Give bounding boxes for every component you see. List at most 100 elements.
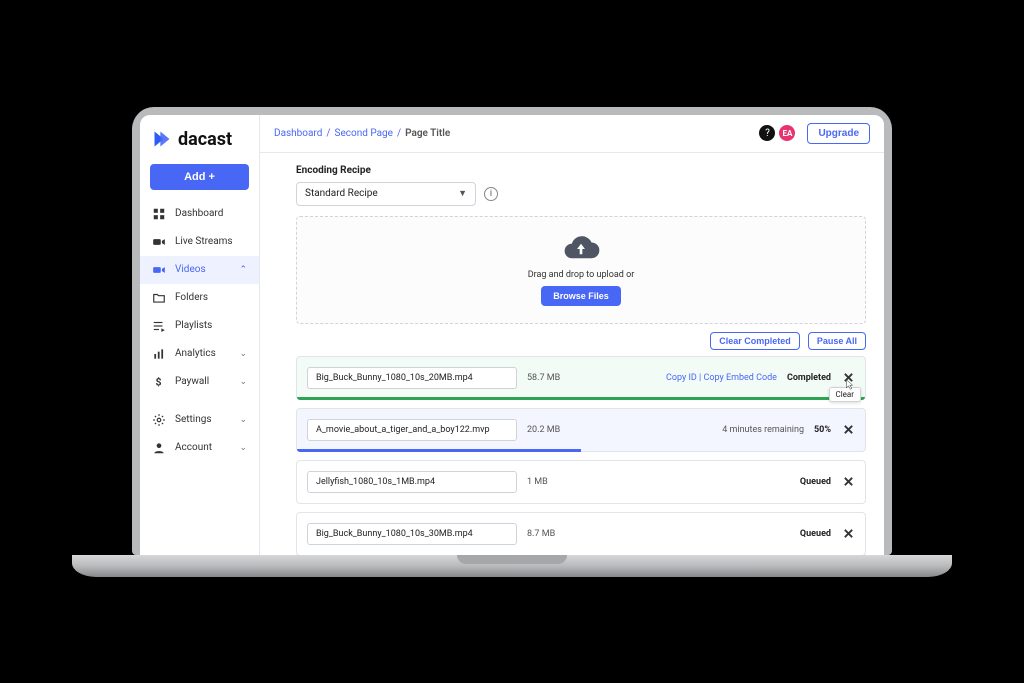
upload-filename-input[interactable]: Big_Buck_Bunny_1080_10s_30MB.mp4 — [307, 523, 517, 545]
encoding-recipe-select[interactable]: Standard Recipe ▼ — [296, 182, 476, 206]
sidebar-item-label: Live Streams — [175, 236, 233, 247]
topbar: Dashboard / Second Page / Page Title ? E… — [260, 115, 884, 153]
camera-icon — [152, 235, 166, 249]
upload-filename: Jellyfish_1080_10s_1MB.mp4 — [316, 477, 435, 487]
upload-row: A_movie_about_a_tiger_and_a_boy122.mvp 2… — [296, 408, 866, 452]
dashboard-icon — [152, 207, 166, 221]
close-icon — [843, 372, 854, 383]
sidebar-item-folders[interactable]: Folders — [140, 284, 259, 312]
brand-name: dacast — [178, 129, 232, 150]
close-icon — [843, 424, 854, 435]
playlist-icon — [152, 319, 166, 333]
copy-embed-link[interactable]: Copy Embed Code — [703, 373, 776, 383]
sidebar-item-analytics[interactable]: Analytics ⌄ — [140, 340, 259, 368]
upload-cancel-button[interactable] — [841, 527, 855, 541]
content-area: Encoding Recipe Standard Recipe ▼ i — [260, 153, 884, 555]
sidebar-item-videos[interactable]: Videos ⌃ — [140, 256, 259, 284]
clear-completed-button[interactable]: Clear Completed — [710, 332, 800, 350]
app-root: dacast Add + Dashboard Live Streams — [140, 115, 884, 555]
upload-row: Big_Buck_Bunny_1080_10s_30MB.mp4 8.7 MB … — [296, 512, 866, 555]
sidebar-item-label: Settings — [175, 414, 212, 425]
clear-tooltip: Clear — [829, 387, 861, 402]
sidebar-item-label: Videos — [175, 264, 206, 275]
upload-percent: 50% — [814, 425, 831, 435]
chevron-down-icon: ⌄ — [239, 415, 247, 425]
analytics-icon — [152, 347, 166, 361]
upload-progress-bar — [297, 449, 581, 452]
upload-filename-cell: Big_Buck_Bunny_1080_10s_20MB.mp4 — [307, 367, 517, 389]
videocam-icon — [152, 263, 166, 277]
breadcrumb-link-dashboard[interactable]: Dashboard — [274, 128, 322, 139]
upload-row: Big_Buck_Bunny_1080_10s_20MB.mp4 58.7 MB… — [296, 356, 866, 400]
upload-filesize: 58.7 MB — [527, 373, 582, 383]
upload-status: Queued — [800, 529, 831, 539]
upload-filename-input[interactable]: Big_Buck_Bunny_1080_10s_20MB.mp4 — [307, 367, 517, 389]
upload-copy-links: Copy ID | Copy Embed Code — [666, 373, 777, 383]
breadcrumb-current: Page Title — [405, 128, 450, 139]
chevron-down-icon: ⌄ — [239, 349, 247, 359]
upload-dropzone[interactable]: Drag and drop to upload or Browse Files — [296, 216, 866, 324]
chevron-down-icon: ⌄ — [239, 443, 247, 453]
sidebar-item-settings[interactable]: Settings ⌄ — [140, 406, 259, 434]
upload-filename: Big_Buck_Bunny_1080_10s_30MB.mp4 — [316, 529, 473, 539]
brand-logo: dacast — [140, 125, 259, 164]
add-button[interactable]: Add + — [150, 164, 249, 190]
upload-status: Completed — [787, 373, 831, 383]
info-icon[interactable]: i — [484, 187, 498, 201]
laptop-base — [72, 555, 952, 577]
gear-icon — [152, 413, 166, 427]
upload-cancel-button[interactable] — [841, 475, 855, 489]
upload-filename: A_movie_about_a_tiger_and_a_boy122.mvp — [316, 425, 490, 435]
upload-filename-input[interactable]: A_movie_about_a_tiger_and_a_boy122.mvp — [307, 419, 517, 441]
main-panel: Dashboard / Second Page / Page Title ? E… — [260, 115, 884, 555]
close-icon — [843, 476, 854, 487]
upload-filename: Big_Buck_Bunny_1080_10s_20MB.mp4 — [316, 373, 473, 383]
sidebar-item-label: Analytics — [175, 348, 216, 359]
upload-filename-cell: Big_Buck_Bunny_1080_10s_30MB.mp4 — [307, 523, 517, 545]
dropzone-hint: Drag and drop to upload or — [528, 270, 635, 280]
chevron-down-icon: ⌄ — [239, 377, 247, 387]
upload-filesize: 8.7 MB — [527, 529, 582, 539]
sidebar-item-dashboard[interactable]: Dashboard — [140, 200, 259, 228]
sidebar-item-label: Dashboard — [175, 208, 223, 219]
sidebar: dacast Add + Dashboard Live Streams — [140, 115, 260, 555]
upload-filesize: 1 MB — [527, 477, 582, 487]
sidebar-secondary-nav: Settings ⌄ Account ⌄ — [140, 406, 259, 462]
sidebar-item-label: Paywall — [175, 376, 209, 387]
upload-row: Jellyfish_1080_10s_1MB.mp4 1 MB Queued — [296, 460, 866, 504]
chevron-down-icon: ▼ — [458, 188, 467, 199]
upload-cancel-button[interactable] — [841, 423, 855, 437]
encoding-recipe-value: Standard Recipe — [305, 188, 378, 199]
sidebar-nav: Dashboard Live Streams Videos ⌃ — [140, 200, 259, 396]
svg-text:$: $ — [156, 375, 162, 388]
breadcrumb-separator: / — [326, 128, 330, 139]
breadcrumb: Dashboard / Second Page / Page Title — [274, 128, 450, 139]
breadcrumb-separator: / — [397, 128, 401, 139]
help-icon[interactable]: ? — [759, 125, 775, 141]
laptop-mock: dacast Add + Dashboard Live Streams — [132, 107, 892, 577]
app-screen: dacast Add + Dashboard Live Streams — [140, 115, 884, 555]
sidebar-item-label: Playlists — [175, 320, 212, 331]
encoding-recipe-row: Standard Recipe ▼ i — [296, 182, 866, 206]
upload-filename-input[interactable]: Jellyfish_1080_10s_1MB.mp4 — [307, 471, 517, 493]
upload-filename-cell: A_movie_about_a_tiger_and_a_boy122.mvp — [307, 419, 517, 441]
person-icon — [152, 441, 166, 455]
pause-all-button[interactable]: Pause All — [808, 332, 866, 350]
dacast-logo-icon — [152, 129, 172, 149]
upload-remaining: 4 minutes remaining — [722, 425, 804, 435]
sidebar-item-paywall[interactable]: $ Paywall ⌄ — [140, 368, 259, 396]
upgrade-button[interactable]: Upgrade — [807, 123, 870, 144]
browse-files-button[interactable]: Browse Files — [541, 286, 621, 306]
copy-id-link[interactable]: Copy ID — [666, 373, 697, 383]
upload-clear-button[interactable]: Clear — [841, 371, 855, 385]
encoding-recipe-label: Encoding Recipe — [296, 165, 866, 176]
avatar[interactable]: EA — [779, 125, 795, 141]
upload-filesize: 20.2 MB — [527, 425, 582, 435]
laptop-notch — [457, 555, 567, 564]
sidebar-item-label: Account — [175, 442, 212, 453]
sidebar-item-live-streams[interactable]: Live Streams — [140, 228, 259, 256]
breadcrumb-link-second[interactable]: Second Page — [335, 128, 393, 139]
sidebar-item-account[interactable]: Account ⌄ — [140, 434, 259, 462]
sidebar-item-playlists[interactable]: Playlists — [140, 312, 259, 340]
sidebar-item-label: Folders — [175, 292, 208, 303]
